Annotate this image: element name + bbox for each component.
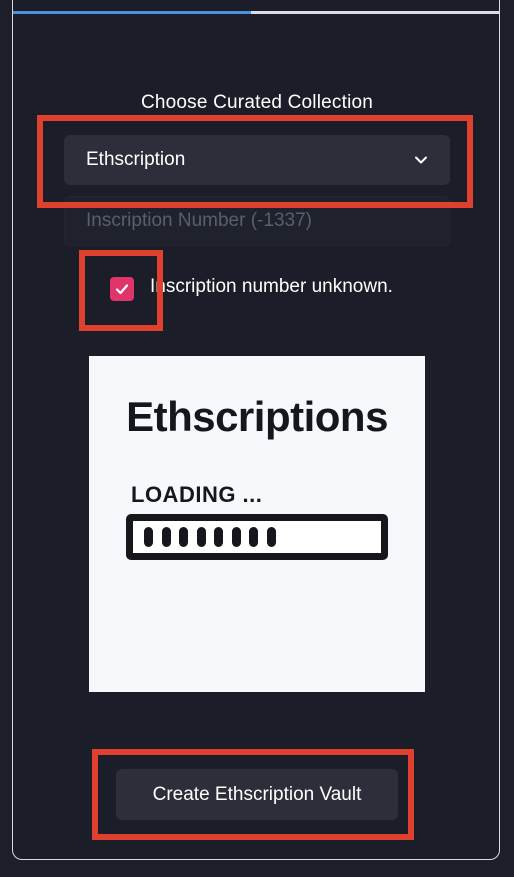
collection-select-value: Ethscription (86, 149, 186, 170)
loading-segment (266, 527, 276, 547)
preview-loading-bar (126, 514, 388, 560)
loading-segment (214, 527, 223, 547)
inscription-number-input[interactable] (64, 196, 450, 246)
loading-segment (249, 527, 258, 547)
unknown-checkbox-label: Inscription number unknown. (150, 276, 393, 297)
check-icon (115, 284, 129, 295)
page: Choose Curated Collection Ethscription I… (0, 0, 514, 877)
preview-title: Ethscriptions (126, 393, 388, 440)
loading-segment (161, 527, 171, 547)
loading-segment (231, 527, 241, 547)
progress-fill (13, 11, 252, 14)
chevron-down-icon (414, 153, 428, 167)
loading-segment (179, 527, 188, 547)
preview-loading-text: LOADING ... (131, 482, 263, 507)
preview-image: Ethscriptions LOADING ... (89, 356, 425, 692)
create-vault-button[interactable]: Create Ethscription Vault (116, 769, 398, 820)
loading-segment (196, 527, 206, 547)
collection-heading: Choose Curated Collection (140, 92, 374, 113)
unknown-checkbox[interactable] (110, 277, 134, 301)
progress-track (13, 11, 499, 14)
loading-segment (144, 527, 153, 547)
collection-select[interactable]: Ethscription (64, 135, 450, 185)
